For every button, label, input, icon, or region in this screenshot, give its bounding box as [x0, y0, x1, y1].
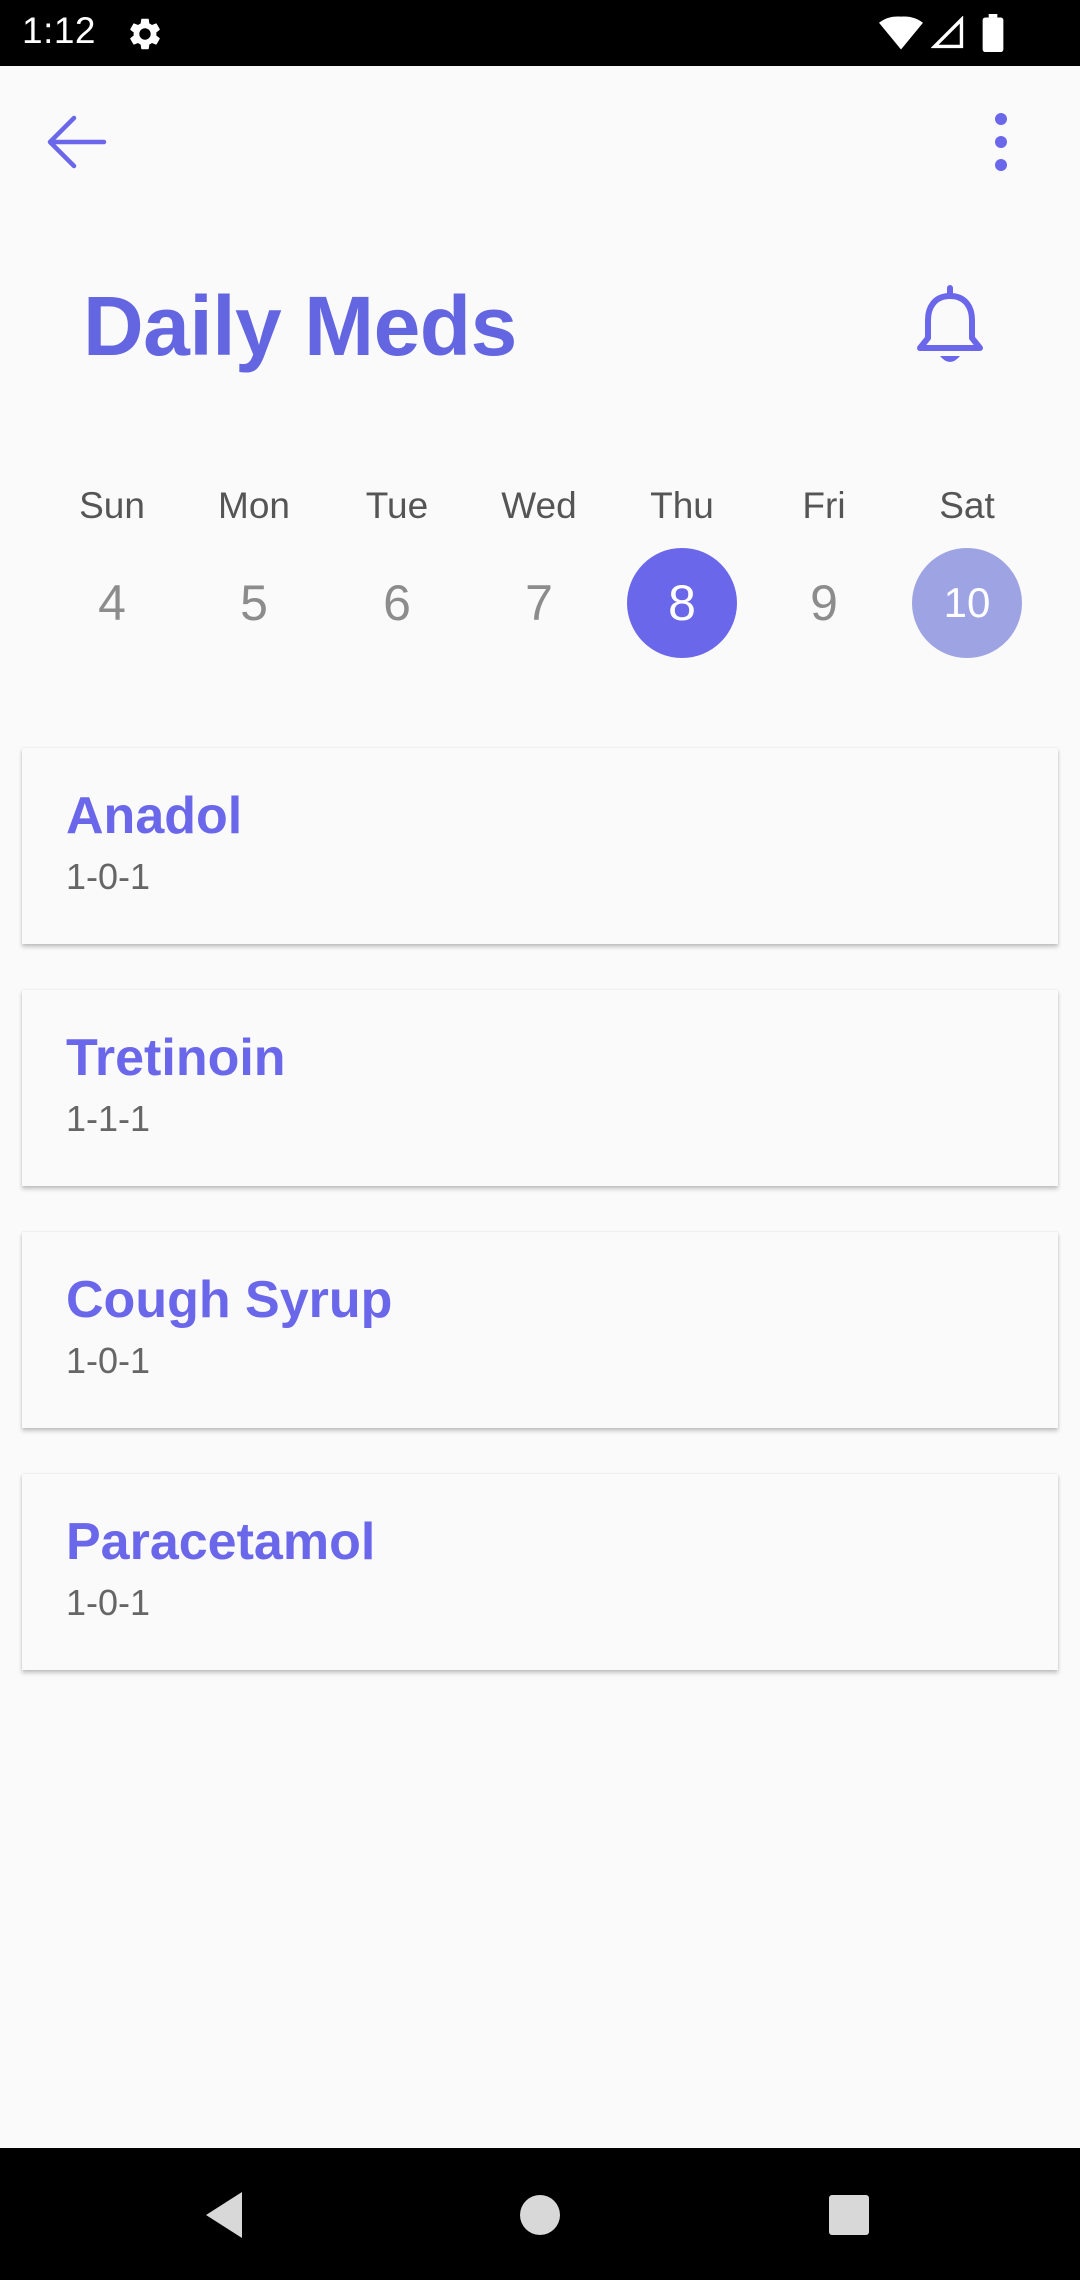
day-sat[interactable]: Sat 10 — [902, 478, 1032, 658]
day-name: Fri — [802, 485, 846, 526]
day-tue[interactable]: Tue 6 — [332, 478, 462, 658]
nav-home-icon[interactable] — [519, 2194, 561, 2236]
day-name: Mon — [218, 485, 290, 526]
medication-dose: 1-1-1 — [66, 1098, 151, 1139]
day-number: 6 — [383, 575, 411, 631]
bell-icon — [917, 285, 983, 362]
day-wed[interactable]: Wed 7 — [474, 478, 604, 658]
medication-dose: 1-0-1 — [66, 1340, 151, 1381]
medication-list: Anadol 1-0-1 Tretinoin 1-1-1 Cough Syrup… — [22, 748, 1058, 1716]
day-number: 7 — [525, 575, 553, 631]
day-name: Wed — [501, 485, 577, 526]
system-nav-bar — [0, 2148, 1080, 2280]
arrow-left-icon — [47, 115, 107, 169]
medication-name: Tretinoin — [66, 1029, 286, 1087]
day-name: Sat — [939, 485, 995, 526]
day-name: Sun — [79, 485, 145, 526]
page-title: Daily Meds — [83, 279, 517, 373]
medication-card[interactable]: Cough Syrup 1-0-1 — [22, 1232, 1058, 1428]
medication-name: Paracetamol — [66, 1513, 376, 1571]
day-name: Thu — [650, 485, 714, 526]
day-number: 9 — [810, 575, 838, 631]
overflow-menu-button[interactable] — [968, 105, 1034, 179]
day-fri[interactable]: Fri 9 — [759, 478, 889, 658]
battery-icon — [982, 14, 1004, 52]
status-bar: 1:12 — [0, 0, 1080, 66]
medication-name: Anadol — [66, 787, 243, 845]
nav-recents-icon[interactable] — [828, 2194, 870, 2236]
day-sun[interactable]: Sun 4 — [47, 478, 177, 658]
day-number: 4 — [98, 575, 126, 631]
day-number-today: 10 — [912, 548, 1022, 658]
day-thu[interactable]: Thu 8 — [617, 478, 747, 658]
status-time: 1:12 — [22, 10, 97, 51]
wifi-icon — [879, 16, 923, 50]
nav-back-icon[interactable] — [202, 2190, 248, 2240]
back-button[interactable] — [40, 110, 116, 174]
week-selector: Sun 4 Mon 5 Tue 6 Wed 7 Thu 8 Fri 9 Sat … — [0, 478, 1080, 658]
more-vert-icon — [995, 113, 1007, 171]
medication-dose: 1-0-1 — [66, 856, 151, 897]
day-number: 5 — [240, 575, 268, 631]
medication-name: Cough Syrup — [66, 1271, 393, 1329]
day-number-selected: 8 — [627, 548, 737, 658]
medication-dose: 1-0-1 — [66, 1582, 151, 1623]
medication-card[interactable]: Tretinoin 1-1-1 — [22, 990, 1058, 1186]
reminder-bell-button[interactable] — [908, 280, 992, 370]
cell-signal-icon — [931, 16, 964, 49]
day-mon[interactable]: Mon 5 — [189, 478, 319, 658]
day-name: Tue — [365, 485, 429, 526]
medication-card[interactable]: Anadol 1-0-1 — [22, 748, 1058, 944]
medication-card[interactable]: Paracetamol 1-0-1 — [22, 1474, 1058, 1670]
settings-gear-icon — [130, 18, 160, 50]
